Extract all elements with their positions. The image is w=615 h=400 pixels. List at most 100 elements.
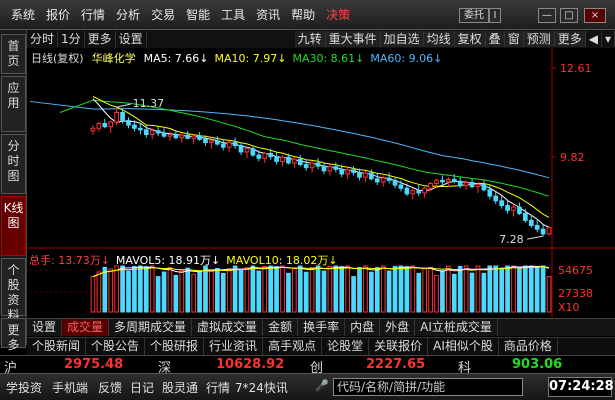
index-value[interactable]: 2227.65 [366,357,425,372]
candle-body [238,145,244,153]
index-value[interactable]: 2975.48 [64,357,123,372]
volume-bar [540,265,546,313]
volume-bar [451,273,457,313]
indicator-tab[interactable]: AI立桩成交量 [415,319,498,336]
volume-bar [303,271,309,313]
indicator-tab[interactable]: 金额 [263,319,299,336]
candle-body [250,148,256,156]
status-item[interactable]: 反馈 [98,379,122,396]
indicator-tab[interactable]: 设置 [27,319,63,336]
candle-body [132,124,137,129]
candle-body [185,134,191,139]
info-link[interactable]: 行业资讯 [204,338,264,355]
candle-body [404,187,410,195]
candle-body [386,177,392,181]
info-link[interactable]: AI相似个股 [428,338,499,355]
candle-body [149,130,155,136]
volume-bar [286,272,291,313]
candle-body [451,178,457,182]
candle-body [303,164,309,169]
candle-body [416,190,422,194]
volume-bar [114,265,119,313]
microphone-icon[interactable]: 🎤 [315,379,329,392]
candle-body [286,156,291,164]
volume-bar [143,266,149,313]
indicator-tab[interactable]: 多周期成交量 [109,319,193,336]
price-axis-label: 12.61 [560,62,592,75]
volume-bar [250,265,256,313]
candle-body [173,134,179,139]
volume-bar [469,272,475,313]
indicator-tab[interactable]: 外盘 [380,319,416,336]
volume-bar [244,267,250,313]
candle-body [428,182,433,189]
index-value[interactable]: 10628.92 [216,357,284,372]
index-row: 沪 2975.48 深 10628.92 创 2227.65 科 903.06 [0,355,615,376]
volume-bar [138,265,143,313]
index-value[interactable]: 903.06 [512,357,562,372]
candle-body [315,162,321,167]
volume-bar [523,265,528,313]
info-link[interactable]: 高手观点 [263,338,323,355]
info-link[interactable]: 商品价格 [499,338,558,355]
candle-body [357,171,362,178]
volume-bar [517,267,522,313]
stock-name: 华峰化学 [91,52,136,65]
volume-bar [475,265,481,313]
volume-legend-item: MAVOL10: 18.02万↓ [226,254,338,267]
volume-bar [351,276,356,313]
indicator-tab[interactable]: 换手率 [298,319,346,336]
volume-bar [392,265,398,313]
search-input[interactable]: 代码/名称/简拼/功能 [333,378,523,396]
info-link[interactable]: 个股公告 [86,338,146,355]
low-marker-line [527,235,544,240]
volume-bar [226,268,232,313]
candle-body [534,224,540,230]
volume-bar [534,266,540,313]
info-link[interactable]: 个股研报 [145,338,205,355]
volume-bar [191,273,196,313]
volume-bar [315,265,321,313]
volume-ma-line [92,266,550,278]
candle-body [220,143,226,148]
status-item[interactable]: 学投资 [6,379,42,396]
indicator-tab[interactable]: 虚拟成交量 [192,319,264,336]
volume-bar [481,272,487,313]
kline-chart[interactable]: 12.61 9.82 54675 27338X10 11.37 7.28 [0,0,615,318]
candle-body [528,219,534,226]
candle-body [446,178,451,183]
candle-body [232,141,238,147]
clock-display: 07:24:28 [548,377,614,397]
candle-body [540,228,546,235]
volume-bar [256,270,262,313]
candle-body [226,141,232,148]
indicator-tab[interactable]: 内盘 [345,319,381,336]
status-item[interactable]: 股灵通 [162,379,198,396]
volume-bar [422,268,427,313]
info-link[interactable]: 个股新闻 [27,338,87,355]
info-link[interactable]: 关联报价 [369,338,429,355]
volume-bar [410,265,416,313]
candle-body [120,111,125,121]
candle-body [434,179,439,184]
status-item[interactable]: 7*24快讯 [235,379,288,396]
volume-bar [339,266,345,313]
status-item[interactable]: 手机端 [52,379,88,396]
volume-bar [404,266,410,313]
candle-body [274,156,279,162]
status-item[interactable]: 日记 [130,379,154,396]
candle-body [469,182,475,188]
candle-body [126,119,131,126]
ma60-line [29,100,550,179]
left-tab[interactable]: 更多 [1,318,26,352]
status-item[interactable]: 行情 [206,379,230,396]
ma30-line [59,99,550,197]
candle-body [392,179,398,186]
info-link[interactable]: 论股堂 [322,338,370,355]
volume-bar [132,265,137,313]
candle-body [363,172,368,178]
indicator-tab[interactable]: 成交量 [62,319,110,336]
candle-body [167,134,173,137]
ma-legend-item: MA30: 8.61↓ [292,52,365,65]
volume-bar [90,276,96,313]
